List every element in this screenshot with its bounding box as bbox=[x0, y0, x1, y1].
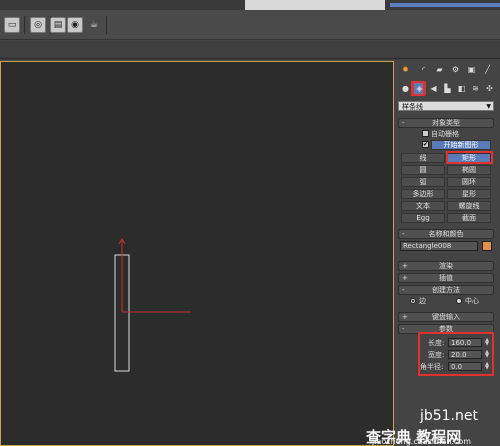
rollout-title: 渲染 bbox=[439, 262, 453, 270]
auto-grid-label: 自动栅格 bbox=[431, 130, 459, 138]
corner-radius-field[interactable]: 0.0 bbox=[448, 362, 482, 371]
rollout-title: 参数 bbox=[439, 325, 453, 333]
modify-tab-icon[interactable]: ▰ bbox=[434, 64, 445, 75]
chevron-down-icon: ▼ bbox=[486, 103, 491, 110]
watermark-site: jb51.net bbox=[419, 408, 478, 424]
circle-button[interactable]: 圆 bbox=[401, 165, 445, 175]
rollout-title: 创建方法 bbox=[432, 286, 460, 294]
display-tab-icon[interactable]: ▣ bbox=[466, 64, 477, 75]
arc-button[interactable]: 弧 bbox=[401, 177, 445, 187]
star-button[interactable]: 星形 bbox=[447, 189, 491, 199]
expand-icon: + bbox=[402, 313, 408, 321]
material-editor-icon[interactable]: ▤ bbox=[50, 17, 66, 33]
rollout-rendering[interactable]: + 渲染 bbox=[398, 261, 494, 271]
watermark-url: jiaocheng.chazidian.com bbox=[372, 437, 472, 446]
rectangle-button[interactable]: 矩形 bbox=[447, 153, 491, 163]
geometry-icon[interactable]: ● bbox=[400, 83, 411, 94]
sun-icon[interactable]: ✹ bbox=[400, 64, 411, 75]
auto-grid-checkbox[interactable] bbox=[422, 130, 429, 137]
corner-radius-spinner[interactable]: ▲ ▼ bbox=[484, 362, 490, 371]
center-radio[interactable] bbox=[456, 298, 462, 304]
edge-label: 边 bbox=[419, 297, 426, 305]
expand-icon: + bbox=[402, 274, 408, 282]
width-field[interactable]: 20.0 bbox=[448, 350, 482, 359]
ngon-button[interactable]: 多边形 bbox=[401, 189, 445, 199]
lights-icon[interactable]: ◀ bbox=[428, 83, 439, 94]
center-label: 中心 bbox=[465, 297, 479, 305]
rollout-title: 插值 bbox=[439, 274, 453, 282]
render-frame-icon[interactable]: ◎ bbox=[30, 17, 46, 33]
render-setup-icon[interactable]: ▭ bbox=[4, 17, 20, 33]
collapse-icon: - bbox=[402, 286, 405, 294]
expand-icon: + bbox=[402, 262, 408, 270]
rollout-interpolation[interactable]: + 插值 bbox=[398, 273, 494, 283]
space-warps-icon[interactable]: ≋ bbox=[470, 83, 481, 94]
hierarchy-tab-icon[interactable]: ⚙ bbox=[450, 64, 461, 75]
width-spinner[interactable]: ▲ ▼ bbox=[484, 350, 490, 359]
rollout-name-color[interactable]: - 名称和颜色 bbox=[398, 229, 494, 239]
text-button[interactable]: 文本 bbox=[401, 201, 445, 211]
object-name-field[interactable]: Rectangle008 bbox=[400, 241, 478, 251]
create-category-row: ● ◈ ◀ ▙ ◧ ≋ ✣ bbox=[398, 82, 498, 97]
line-button[interactable]: 线 bbox=[401, 153, 445, 163]
length-field[interactable]: 160.0 bbox=[448, 338, 482, 347]
viewport-canvas bbox=[114, 238, 191, 372]
create-tab-icon[interactable]: ◜ bbox=[418, 64, 429, 75]
rollout-keyboard-entry[interactable]: + 键盘输入 bbox=[398, 312, 494, 322]
title-strip-bar bbox=[390, 3, 500, 7]
helix-button[interactable]: 螺旋线 bbox=[447, 201, 491, 211]
rollout-title: 名称和颜色 bbox=[428, 230, 464, 238]
rollout-title: 对象类型 bbox=[432, 119, 460, 127]
collapse-icon: - bbox=[402, 325, 405, 333]
rollout-object-type[interactable]: - 对象类型 bbox=[398, 118, 494, 128]
render-production-icon[interactable]: ◉ bbox=[67, 17, 83, 33]
start-new-shape-checkbox[interactable]: ✔ bbox=[422, 141, 429, 148]
egg-button[interactable]: Egg bbox=[401, 213, 445, 223]
toolbar-separator bbox=[24, 16, 25, 34]
cameras-icon[interactable]: ▙ bbox=[442, 83, 453, 94]
rollout-creation-method[interactable]: - 创建方法 bbox=[398, 285, 494, 295]
viewport-front[interactable] bbox=[0, 61, 394, 446]
donut-button[interactable]: 圆环 bbox=[447, 177, 491, 187]
collapse-icon: - bbox=[402, 230, 405, 238]
utilities-tab-icon[interactable]: ╱ bbox=[482, 64, 493, 75]
render-teapot-icon[interactable]: ☕ bbox=[86, 17, 102, 33]
command-panel: ✹ ◜ ▰ ⚙ ▣ ╱ ● ◈ ◀ ▙ ◧ ≋ ✣ 样条线 ▼ - 对象类型 自… bbox=[396, 61, 500, 446]
rollout-parameters[interactable]: - 参数 bbox=[398, 324, 494, 334]
shape-category-value: 样条线 bbox=[402, 103, 423, 111]
title-strip-block bbox=[245, 0, 385, 10]
length-label: 长度: bbox=[428, 339, 445, 347]
main-toolbar: ▭ ◎ ▤ ◉ ☕ bbox=[0, 10, 500, 40]
title-strip bbox=[0, 0, 500, 10]
ellipse-button[interactable]: 椭圆 bbox=[447, 165, 491, 175]
toolbar-separator bbox=[106, 16, 107, 34]
length-spinner[interactable]: ▲ ▼ bbox=[484, 338, 490, 347]
ribbon-bar bbox=[0, 41, 500, 59]
collapse-icon: - bbox=[402, 119, 405, 127]
shapes-icon[interactable]: ◈ bbox=[413, 82, 426, 95]
command-panel-tabs: ✹ ◜ ▰ ⚙ ▣ ╱ bbox=[398, 64, 498, 78]
shape-category-dropdown[interactable]: 样条线 ▼ bbox=[398, 101, 494, 111]
systems-icon[interactable]: ✣ bbox=[484, 83, 495, 94]
object-color-swatch[interactable] bbox=[482, 241, 492, 251]
edge-radio[interactable] bbox=[410, 298, 416, 304]
width-label: 宽度: bbox=[428, 351, 445, 359]
start-new-shape-button[interactable]: 开始新图形 bbox=[431, 140, 491, 150]
helpers-icon[interactable]: ◧ bbox=[456, 83, 467, 94]
section-button[interactable]: 截面 bbox=[447, 213, 491, 223]
rollout-title: 键盘输入 bbox=[432, 313, 460, 321]
corner-radius-label: 角半径: bbox=[420, 363, 444, 371]
